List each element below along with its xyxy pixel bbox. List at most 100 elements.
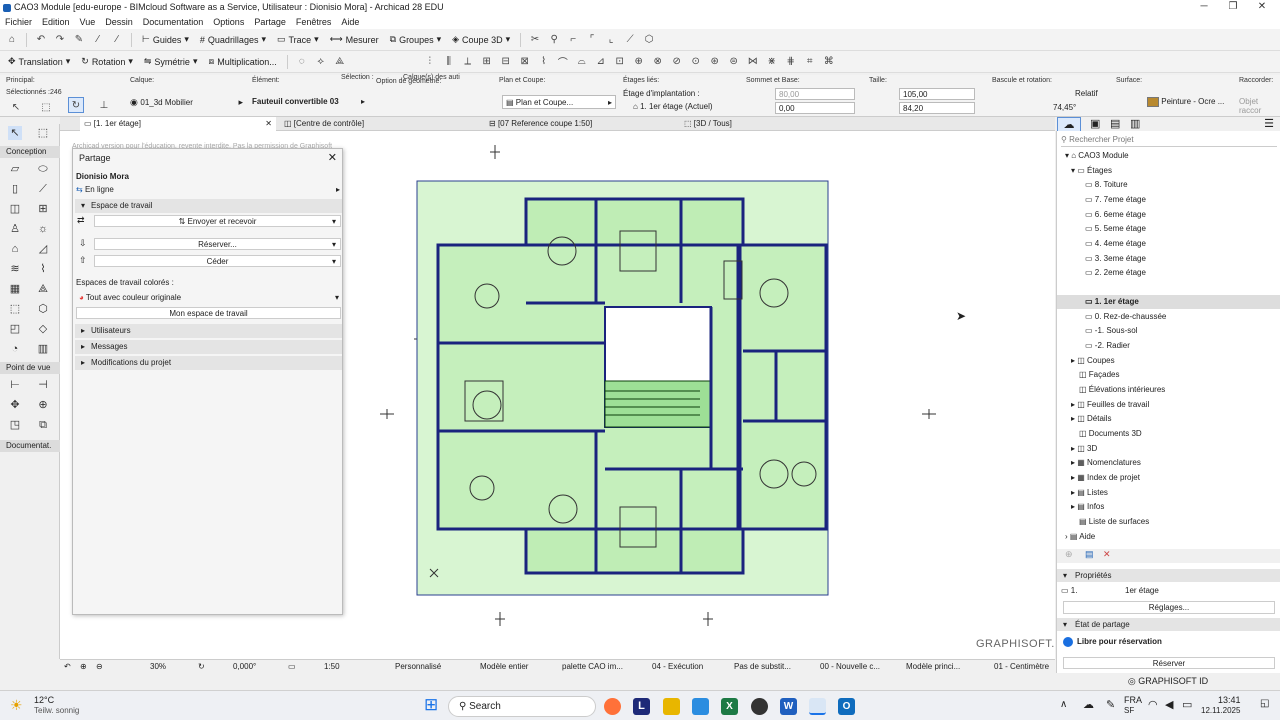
wall-tool-icon[interactable]: ▱ xyxy=(8,162,22,176)
l-app-icon[interactable]: L xyxy=(633,698,650,715)
tree-surface-list[interactable]: ▤ Liste de surfaces xyxy=(1079,515,1149,529)
tree-storey-2[interactable]: ▭ 2. 2eme étage xyxy=(1085,266,1146,280)
trace-button[interactable]: ▭ Trace ▾ xyxy=(273,31,323,49)
tool-w-icon[interactable]: ⌗ xyxy=(802,54,818,70)
scale-value[interactable]: 1:50 xyxy=(324,660,340,674)
taskbar-search[interactable]: ⚲ Search xyxy=(448,696,596,717)
phase[interactable]: 04 - Exécution xyxy=(652,660,703,674)
lamp-tool-icon[interactable]: ☼ xyxy=(36,222,50,236)
shell-tool-icon[interactable]: ◿ xyxy=(36,242,50,256)
relatif-value[interactable]: Relatif xyxy=(1075,89,1098,98)
section-point-de-vue[interactable]: Point de vue xyxy=(0,362,60,374)
close-window-button[interactable]: ✕ xyxy=(1250,0,1274,15)
tree-interior-elevations[interactable]: ◫ Élévations intérieures xyxy=(1079,383,1165,397)
layout-book-icon[interactable]: ▤ xyxy=(1110,117,1120,130)
minimize-button[interactable]: ─ xyxy=(1192,0,1216,15)
explode-icon[interactable]: ⬡ xyxy=(641,32,657,48)
file-explorer-icon[interactable] xyxy=(663,698,680,715)
pen-icon[interactable]: ✎ xyxy=(71,32,87,48)
archicad-taskbar-icon[interactable] xyxy=(809,698,826,715)
language[interactable]: FRA xyxy=(1124,695,1142,705)
tool-l-icon[interactable]: ⊿ xyxy=(593,54,609,70)
tree-sections[interactable]: ▸ ◫ Coupes xyxy=(1071,354,1115,368)
menu-fenetres[interactable]: Fenêtres xyxy=(296,17,332,27)
worksheet-tool-icon[interactable]: ⊕ xyxy=(36,398,50,412)
scissors-icon[interactable]: ✂ xyxy=(527,32,543,48)
window-tool-icon[interactable]: ◫ xyxy=(8,202,22,216)
maximize-button[interactable]: ❐ xyxy=(1221,0,1245,15)
tool-d-icon[interactable]: ⫼ xyxy=(441,54,457,70)
slab2-tool-icon[interactable]: ▥ xyxy=(36,342,50,356)
tree-storeys[interactable]: ▾ ▭ Étages xyxy=(1071,164,1112,178)
storey-selector[interactable]: ⌂ 1. 1er étage (Actuel) xyxy=(633,102,741,111)
graphisoft-id-bar[interactable]: ◎ GRAPHISOFT ID xyxy=(1056,673,1280,690)
tree-storey-6[interactable]: ▭ 6. 6eme étage xyxy=(1085,208,1146,222)
symetrie-button[interactable]: ⇋ Symétrie ▾ xyxy=(140,53,202,71)
tool-c-icon[interactable]: ⫶ xyxy=(422,54,438,70)
tree-storey-3[interactable]: ▭ 3. 3eme étage xyxy=(1085,252,1146,266)
coupe3d-button[interactable]: ◈ Coupe 3D ▾ xyxy=(448,31,514,49)
syringe-icon[interactable]: ∕ xyxy=(109,32,125,48)
save-view-icon[interactable]: ▤ xyxy=(1085,549,1094,560)
renovation-tool-icon[interactable]: ◔ xyxy=(8,342,22,356)
elevation-tool-icon[interactable]: ⊣ xyxy=(36,378,50,392)
detail-tool-icon[interactable]: ◳ xyxy=(8,418,22,432)
curtainwall-tool-icon[interactable]: ⊞ xyxy=(36,202,50,216)
tab-floor-plan[interactable]: ▭ [1. 1er étage] ✕ xyxy=(80,117,276,131)
tray-chevron-icon[interactable]: ∧ xyxy=(1060,699,1067,710)
menu-icon[interactable]: ☰ xyxy=(1264,117,1274,130)
corner-icon[interactable]: ⌜ xyxy=(584,32,600,48)
interior-elevation-tool-icon[interactable]: ✥ xyxy=(8,398,22,412)
view-map-icon[interactable]: ▣ xyxy=(1090,117,1100,130)
send-receive-button[interactable]: ⇅ Envoyer et recevoir ▾ xyxy=(94,215,341,227)
user-status[interactable]: ⇆ En ligne ▸ xyxy=(73,185,344,198)
tool-m-icon[interactable]: ⊡ xyxy=(612,54,628,70)
publisher-icon[interactable]: ▥ xyxy=(1130,117,1140,130)
tool-t-icon[interactable]: ⋈ xyxy=(745,54,761,70)
section-tool-icon[interactable]: ⊢ xyxy=(8,378,22,392)
substitution[interactable]: Pas de substit... xyxy=(734,660,791,674)
search-project-input[interactable]: ⚲ Rechercher Projet xyxy=(1061,133,1277,147)
object-tool-icon[interactable]: ♙ xyxy=(8,222,22,236)
adjust-icon[interactable]: ⌞ xyxy=(603,32,619,48)
column-tool-icon[interactable]: ▯ xyxy=(8,182,22,196)
select-arrow-icon[interactable]: ↖ xyxy=(8,99,24,115)
redo-icon[interactable]: ↷ xyxy=(52,32,68,48)
tree-lists[interactable]: ▸ ▤ Listes xyxy=(1071,486,1108,500)
tool-f-icon[interactable]: ⊞ xyxy=(479,54,495,70)
3d-doc-tool-icon[interactable]: ⧉ xyxy=(36,418,50,432)
app-icon[interactable] xyxy=(751,698,768,715)
rotation-button[interactable]: ↻ Rotation ▾ xyxy=(77,53,137,71)
menu-partage[interactable]: Partage xyxy=(254,17,286,27)
tab-3d[interactable]: ⬚ [3D / Tous] xyxy=(680,117,870,131)
tool-h-icon[interactable]: ⊠ xyxy=(517,54,533,70)
tool-q-icon[interactable]: ⊙ xyxy=(688,54,704,70)
volume-icon[interactable]: ◀ xyxy=(1165,698,1173,711)
tree-details[interactable]: ▸ ◫ Détails xyxy=(1071,412,1111,426)
pen-tray-icon[interactable]: ✎ xyxy=(1106,698,1115,711)
tool-p-icon[interactable]: ⊘ xyxy=(669,54,685,70)
zoom-out-icon[interactable]: ⊖ xyxy=(96,660,103,674)
outlook-icon[interactable]: O xyxy=(838,698,855,715)
undo-icon[interactable]: ↶ xyxy=(33,32,49,48)
close-panel-icon[interactable]: ✕ xyxy=(328,151,337,164)
menu-vue[interactable]: Vue xyxy=(80,17,96,27)
top-elevation-field[interactable]: 80,00 xyxy=(775,88,855,100)
menu-fichier[interactable]: Fichier xyxy=(5,17,32,27)
section-messages[interactable]: ▸ Messages xyxy=(75,340,342,354)
my-workspace-button[interactable]: Mon espace de travail xyxy=(76,307,341,319)
layer-selector[interactable]: ◉ 01_3d Mobilier ▸ xyxy=(130,95,245,109)
cloud-icon[interactable]: ☁ xyxy=(1083,698,1094,711)
quadrillages-button[interactable]: # Quadrillages ▾ xyxy=(196,31,270,49)
menu-aide[interactable]: Aide xyxy=(341,17,359,27)
tree-help[interactable]: › ▤ Aide xyxy=(1065,530,1095,544)
tree-storey-minus1[interactable]: ▭ -1. Sous-sol xyxy=(1085,324,1137,338)
store-icon[interactable] xyxy=(692,698,709,715)
tree-storey-0[interactable]: ▭ 0. Rez-de-chaussée xyxy=(1085,310,1166,324)
tree-storey-8[interactable]: ▭ 8. Toiture xyxy=(1085,178,1128,192)
tool-u-icon[interactable]: ⋇ xyxy=(764,54,780,70)
tool-j-icon[interactable]: ⌒ xyxy=(555,54,571,70)
battery-icon[interactable]: ▭ xyxy=(1182,698,1192,711)
tree-project[interactable]: ▾ ⌂ CAO3 Module xyxy=(1065,149,1129,163)
door-tool-icon[interactable]: ⬭ xyxy=(36,162,50,176)
